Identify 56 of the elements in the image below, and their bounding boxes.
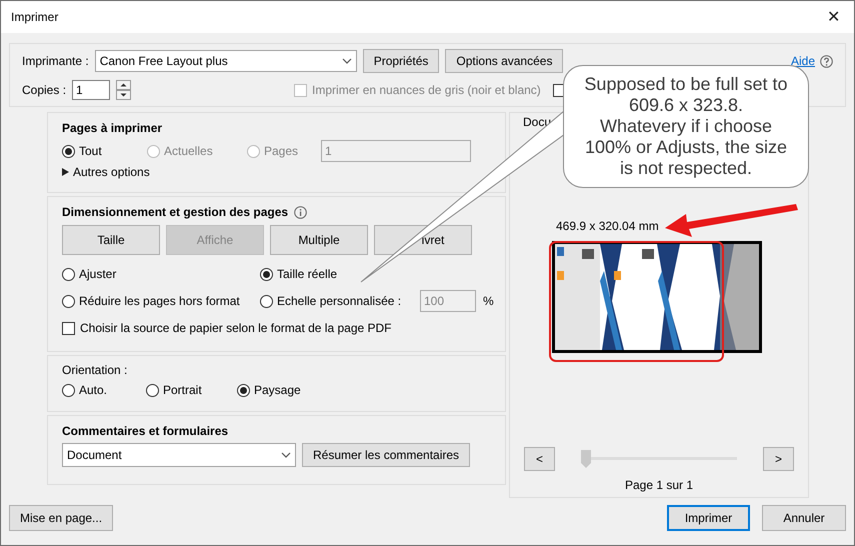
radio-label: Tout <box>79 144 102 158</box>
copies-field[interactable]: 1 <box>72 80 110 100</box>
mode-button[interactable]: ivret <box>374 225 472 255</box>
checkbox-label: Imprimer en nuances de gris (noir et blanc) <box>312 83 541 97</box>
info-icon <box>294 206 308 218</box>
radio-button[interactable] <box>260 268 273 280</box>
button[interactable]: Propriétés <box>362 49 440 73</box>
print-button[interactable]: Imprimer <box>667 505 750 531</box>
radio-button[interactable] <box>62 144 75 158</box>
help-icon <box>820 54 833 68</box>
radio-button[interactable] <box>146 384 159 396</box>
radio-button[interactable] <box>62 268 75 280</box>
radio-label: Actuelles <box>164 144 213 158</box>
radio-label: Auto. <box>79 383 108 397</box>
next-page-button[interactable]: > <box>763 447 794 471</box>
mode-button[interactable]: Taille <box>62 225 160 255</box>
section-title: Commentaires et formulaires <box>62 424 230 438</box>
radio-label: Paysage <box>254 383 301 397</box>
printer-label: Imprimante : <box>22 54 89 68</box>
radio-label: Réduire les pages hors format <box>79 294 240 308</box>
chevron-down-icon <box>281 452 291 458</box>
chevron-down-icon <box>342 58 352 64</box>
radio-button[interactable] <box>62 294 75 308</box>
radio-label: Portrait <box>163 383 202 397</box>
previous-page-button[interactable]: < <box>524 447 555 471</box>
radio-label: Ajuster <box>79 267 116 281</box>
printer-dropdown[interactable]: Canon Free Layout plus <box>94 50 357 72</box>
radio-label: Taille réelle <box>277 267 338 281</box>
help-link[interactable]: Aide <box>790 54 815 68</box>
expand-arrow-icon[interactable] <box>62 168 69 176</box>
more-options-toggle[interactable]: Autres options <box>73 165 150 179</box>
radio-button[interactable] <box>260 294 273 308</box>
checkbox[interactable] <box>62 322 75 334</box>
spinner-icon <box>116 80 132 100</box>
window-title: Imprimer <box>11 10 58 24</box>
section-title: Orientation : <box>62 363 128 377</box>
mode-button[interactable]: Multiple <box>270 225 368 255</box>
radio-label: Echelle personnalisée : <box>277 294 402 308</box>
section-title: Dimensionnement et gestion des pages <box>62 205 288 219</box>
unit-label: % <box>483 294 494 308</box>
page-counter: Page 1 sur 1 <box>624 478 694 492</box>
radio-label: Pages <box>264 144 298 158</box>
callout: Supposed to be full set to 609.6 x 323.8. Whatevery if i choose 100% or Adjusts, the size is not respected. <box>563 65 809 188</box>
slider-thumb[interactable] <box>581 450 591 468</box>
section-title: Pages à imprimer <box>62 121 164 135</box>
page-size-label: 469.9 x 320.04 mm <box>556 219 659 233</box>
radio-button[interactable] <box>237 384 250 396</box>
close-button[interactable]: ✕ <box>823 7 844 27</box>
copies-label: Copies : <box>22 83 66 97</box>
radio-button[interactable] <box>62 384 75 396</box>
checkbox-label: Choisir la source de papier selon le format de la page PDF <box>80 321 392 335</box>
summarize-comments-button[interactable]: Résumer les commentaires <box>302 443 470 467</box>
page-setup-button[interactable]: Mise en page... <box>9 505 114 531</box>
button[interactable]: Options avancées <box>445 49 564 73</box>
comments-dropdown[interactable]: Document <box>62 443 296 467</box>
cancel-button[interactable]: Annuler <box>762 505 846 531</box>
